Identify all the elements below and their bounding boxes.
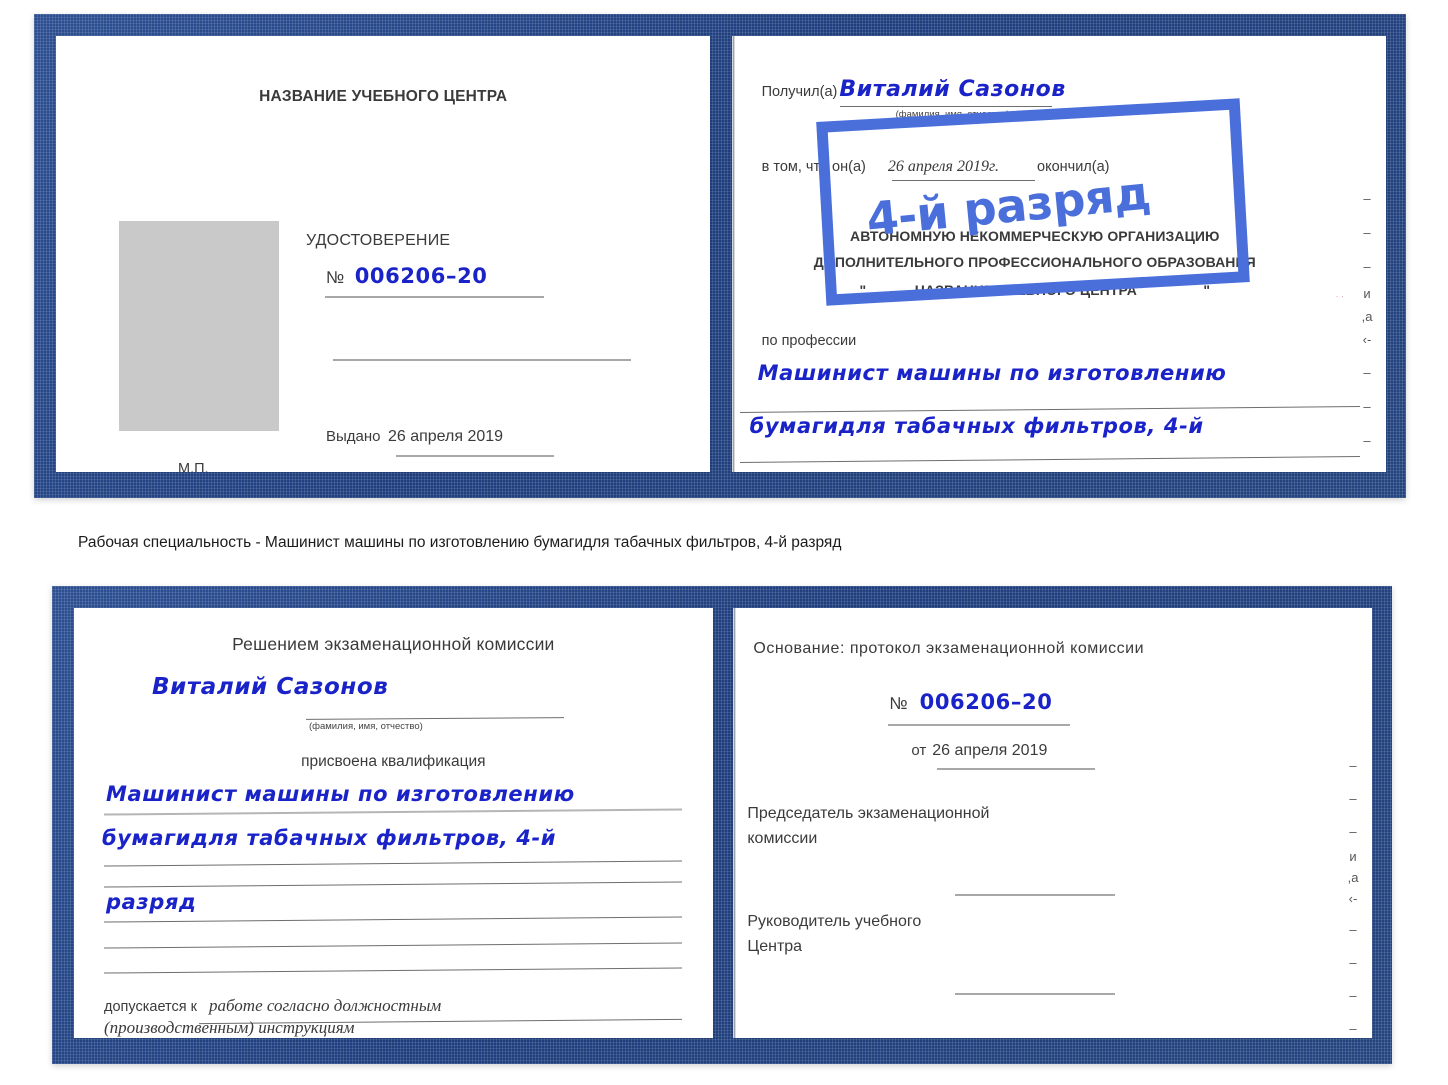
profession-line-1: Машинист машины по изготовлению: [757, 361, 1227, 385]
head-line-1: Руководитель учебного: [747, 913, 922, 930]
received-underline: [839, 106, 1052, 107]
profession-rule-1: [739, 406, 1360, 413]
head-line-2: Центра: [747, 938, 803, 955]
bottom-left-page: Решением экзаменационной комиссии Витали…: [74, 608, 713, 1038]
qualification-line-1: Машинист машины по изготовлению: [106, 782, 575, 806]
profession-line-3: разряд: [758, 466, 848, 472]
certificate-inner-bottom: Решением экзаменационной комиссии Витали…: [74, 608, 1372, 1038]
fio-hint-top: (фамилия, имя, отчество): [895, 109, 1010, 120]
bottom-spine-shadow: [733, 608, 737, 1038]
qual-rule-5: [104, 942, 682, 949]
admitted-label: допускается к: [104, 999, 197, 1015]
chairman-line-1: Председатель экзаменационной: [747, 805, 990, 822]
top-edge-marks: – – – и ,а ‹- – – –: [1354, 191, 1380, 448]
admitted-row: допускается к работе согласно должностны…: [104, 996, 441, 1016]
completion-date: 26 апреля 2019г.: [887, 158, 999, 175]
bottom-name: Виталий Сазонов: [152, 674, 389, 700]
edge-mark: ‹-: [1348, 891, 1358, 906]
qual-rule-2: [104, 860, 682, 867]
admitted-value-line-1: работе согласно должностным: [208, 996, 442, 1015]
edge-mark: –: [1349, 758, 1357, 773]
edge-mark: –: [1349, 1021, 1357, 1036]
profession-line-2: бумагидля табачных фильтров, 4-й: [749, 414, 1204, 438]
admitted-value-line-2: (производственным) инструкциям: [104, 1018, 355, 1037]
certificate-number-value: 006206–20: [354, 264, 488, 288]
edge-mark: и: [1363, 286, 1371, 301]
issued-label: Выдано: [326, 428, 381, 445]
profession-rule-2: [739, 456, 1360, 463]
qualification-line-3: разряд: [106, 890, 197, 914]
qual-rule-6: [104, 967, 682, 974]
edge-mark: –: [1363, 225, 1371, 240]
quote-close: ": [1203, 282, 1211, 298]
certificate-inner-top: НАЗВАНИЕ УЧЕБНОГО ЦЕНТРА М.П. УДОСТОВЕРЕ…: [56, 36, 1386, 472]
qual-rule-3: [104, 881, 682, 888]
edge-mark: ,а: [1361, 309, 1373, 324]
edge-mark: –: [1363, 399, 1371, 414]
qualification-line-2: бумагидля табачных фильтров, 4-й: [102, 826, 557, 850]
org-name: НАЗВАНИЕ УЧЕБНОГО ЦЕНТРА: [914, 282, 1137, 298]
document-title-udostoverenie: УДОСТОВЕРЕНИЕ: [306, 232, 451, 249]
number-label: №: [326, 268, 345, 287]
bottom-date-underline: [937, 768, 1096, 770]
edge-mark: и: [1349, 849, 1357, 864]
qualification-label: присвоена квалификация: [301, 753, 486, 770]
certificate-book-bottom: Решением экзаменационной комиссии Витали…: [52, 586, 1392, 1064]
top-right-page: Получил(а) Виталий Сазонов (фамилия, имя…: [731, 36, 1386, 472]
issued-underline: [396, 455, 554, 457]
bottom-date-row: от 26 апреля 2019: [911, 742, 1047, 760]
chairman-signature-line: [955, 894, 1116, 896]
bottom-right-page: Основание: протокол экзаменационной коми…: [733, 608, 1372, 1038]
top-left-page: НАЗВАНИЕ УЧЕБНОГО ЦЕНТРА М.П. УДОСТОВЕРЕ…: [56, 36, 711, 472]
edge-mark: ,а: [1347, 870, 1359, 885]
received-name: Виталий Сазонов: [839, 77, 1066, 102]
basis-label: Основание: протокол экзаменационной коми…: [753, 640, 1145, 657]
faint-stamp-mark: · ·: [1335, 291, 1345, 301]
bottom-date-value: 26 апреля 2019: [932, 742, 1048, 759]
training-center-title-top: НАЗВАНИЕ УЧЕБНОГО ЦЕНТРА: [259, 88, 508, 105]
edge-mark: –: [1363, 191, 1371, 206]
issued-row: Выдано 26 апреля 2019: [326, 428, 503, 446]
fio-hint-bottom: (фамилия, имя, отчество): [309, 721, 423, 732]
org-line-2: ДОПОЛНИТЕЛЬНОГО ПРОФЕССИОНАЛЬНОГО ОБРАЗО…: [813, 254, 1256, 270]
qual-rule-4: [104, 916, 682, 923]
edge-mark: –: [1349, 824, 1357, 839]
bottom-number-underline: [888, 724, 1071, 726]
edge-mark: –: [1363, 259, 1371, 274]
qual-rule-1: [104, 808, 682, 816]
bottom-edge-marks: – – – и ,а ‹- – – – –: [1340, 758, 1366, 1036]
top-book-gutter: [710, 36, 731, 472]
edge-mark: –: [1363, 433, 1371, 448]
org-name-row: " НАЗВАНИЕ УЧЕБНОГО ЦЕНТРА ": [732, 282, 1338, 300]
page-caption: Рабочая специальность - Машинист машины …: [78, 534, 842, 551]
seal-label-mp: М.П.: [178, 461, 209, 472]
certificate-number-row: № 006206–20: [326, 264, 488, 288]
commission-decision-heading: Решением экзаменационной комиссии: [232, 634, 555, 654]
bottom-book-gutter: [713, 608, 734, 1038]
photo-placeholder: [119, 221, 279, 431]
chairman-line-2: комиссии: [747, 830, 818, 847]
bottom-number-label: №: [889, 694, 908, 713]
edge-mark: –: [1363, 365, 1371, 380]
profession-label: по профессии: [761, 333, 857, 349]
quote-open: ": [859, 282, 867, 298]
bottom-name-underline: [305, 717, 565, 720]
bottom-number-row: № 006206–20: [889, 690, 1052, 714]
issued-date: 26 апреля 2019: [387, 428, 504, 445]
bottom-date-label: от: [911, 742, 927, 759]
bottom-number-value: 006206–20: [919, 690, 1053, 714]
blank-line-middle: [333, 359, 631, 361]
edge-mark: –: [1349, 922, 1357, 937]
received-row: Получил(а) Виталий Сазонов: [762, 77, 1066, 102]
certificate-book-top: НАЗВАНИЕ УЧЕБНОГО ЦЕНТРА М.П. УДОСТОВЕРЕ…: [34, 14, 1406, 498]
head-signature-line: [955, 993, 1116, 995]
edge-mark: –: [1349, 988, 1357, 1003]
edge-mark: –: [1349, 791, 1357, 806]
edge-mark: –: [1349, 955, 1357, 970]
number-underline: [325, 296, 544, 298]
received-label: Получил(а): [761, 84, 838, 100]
edge-mark: ‹-: [1362, 332, 1372, 347]
in-that-label: в том, что он(а): [761, 159, 866, 175]
